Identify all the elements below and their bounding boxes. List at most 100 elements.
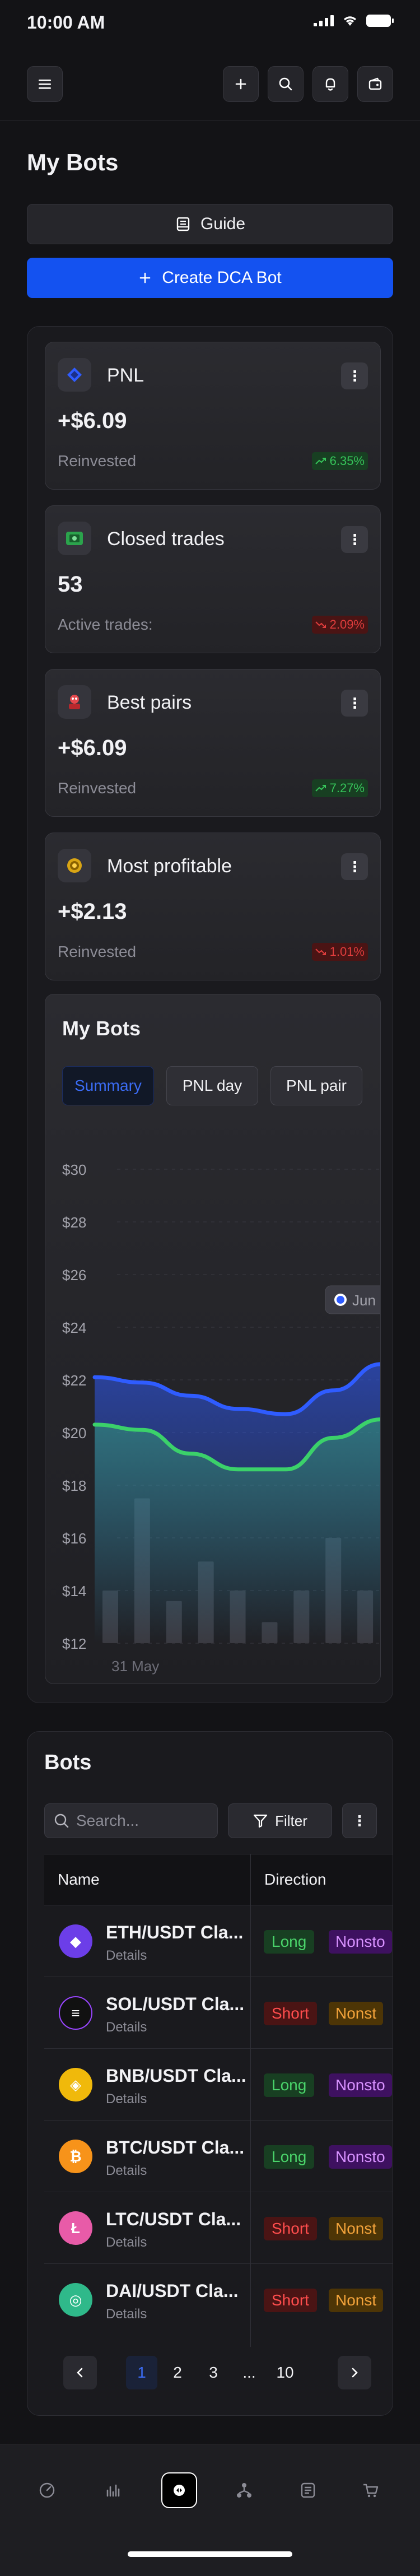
wallet-icon <box>368 77 382 90</box>
column-header-name[interactable]: Name <box>44 1854 250 1905</box>
bot-pair: BNB/USDT Cla... <box>106 2066 246 2086</box>
wifi-icon <box>343 16 357 26</box>
menu-button[interactable] <box>27 66 63 102</box>
guide-button[interactable]: Guide <box>27 204 393 244</box>
bot-details-link[interactable]: Details <box>106 2020 147 2035</box>
table-row[interactable]: ◈ BNB/USDT Cla... Details Long Nonsto <box>44 2048 393 2120</box>
stat-options-button[interactable]: ⋮ <box>341 690 368 717</box>
battery-icon <box>366 15 394 27</box>
wallet-button[interactable] <box>357 66 393 102</box>
direction-badge: Short <box>264 2289 317 2312</box>
my-bots-chart-card: My Bots Summary PNL day PNL pair $30 $28 $… <box>45 994 381 1684</box>
stat-options-button[interactable]: ⋮ <box>341 362 368 389</box>
trend-down-icon <box>315 948 326 955</box>
dai-coin-icon: ◎ <box>59 2283 92 2317</box>
stat-title: PNL <box>107 365 144 386</box>
bar-chart-icon <box>106 2484 120 2497</box>
trend-up-icon <box>315 458 326 464</box>
trend-value: 2.09% <box>329 617 365 631</box>
direction-badge: Long <box>264 1930 315 1954</box>
bell-icon <box>325 78 335 91</box>
search-icon <box>54 1814 69 1828</box>
trend-value: 7.27% <box>329 781 365 795</box>
list-icon <box>301 2482 315 2498</box>
bot-details-link[interactable]: Details <box>106 2307 147 2322</box>
network-icon <box>237 2483 251 2498</box>
prev-page-button[interactable] <box>63 2356 97 2389</box>
nav-network[interactable] <box>226 2472 262 2508</box>
bot-details-link[interactable]: Details <box>106 1948 147 1964</box>
signal-icon <box>314 15 334 26</box>
add-button[interactable] <box>223 66 259 102</box>
notifications-button[interactable] <box>312 66 348 102</box>
tooltip-label: Jun <box>352 1292 376 1309</box>
column-divider <box>250 1854 251 2347</box>
page-2-button[interactable]: 2 <box>162 2356 193 2389</box>
table-row[interactable]: ₿ BTC/USDT Cla... Details Long Nonsto <box>44 2120 393 2192</box>
bot-pair: ETH/USDT Cla... <box>106 1922 244 1942</box>
stat-subtitle: Active trades: <box>58 616 153 633</box>
bot-pair: DAI/USDT Cla... <box>106 2281 239 2301</box>
y-tick-label: $16 <box>62 1530 86 1547</box>
speedometer-icon <box>39 2482 55 2498</box>
nav-dashboard[interactable] <box>29 2472 65 2508</box>
y-tick-label: $22 <box>62 1372 86 1389</box>
stat-subtitle: Reinvested <box>58 779 137 797</box>
y-tick-label: $14 <box>62 1583 86 1599</box>
y-tick-label: $26 <box>62 1267 86 1284</box>
table-row[interactable]: Ł LTC/USDT Cla... Details Short Nonst <box>44 2192 393 2263</box>
search-input[interactable]: Search... <box>44 1803 218 1838</box>
trend-up-icon <box>315 785 326 792</box>
bots-panel: Bots Search... Filter ⋮ Name Direction ◆… <box>27 1731 393 2416</box>
trend-badge: 2.09% <box>311 616 368 634</box>
stat-card-best-pairs: Best pairs ⋮ +$6.09 Reinvested 7.27% <box>45 669 381 817</box>
guide-label: Guide <box>200 215 246 233</box>
search-placeholder: Search... <box>76 1812 139 1829</box>
table-options-button[interactable]: ⋮ <box>342 1803 377 1838</box>
bots-title: Bots <box>44 1751 92 1774</box>
page-3-button[interactable]: 3 <box>198 2356 229 2389</box>
table-row[interactable]: ◎ DAI/USDT Cla... Details Short Nonst <box>44 2263 393 2335</box>
column-header-direction[interactable]: Direction <box>251 1854 393 1905</box>
ltc-coin-icon: Ł <box>59 2211 92 2245</box>
trend-down-icon <box>315 621 326 628</box>
table-row[interactable]: ≡ SOL/USDT Cla... Details Short Nonst <box>44 1977 393 2048</box>
y-tick-label: $28 <box>62 1214 86 1231</box>
table-row[interactable]: ◆ ETH/USDT Cla... Details Long Nonsto <box>44 1905 393 1977</box>
trend-badge: 1.01% <box>311 943 368 961</box>
direction-badge: Short <box>264 2002 317 2025</box>
bot-details-link[interactable]: Details <box>106 2235 147 2250</box>
trend-badge: 6.35% <box>311 452 368 470</box>
nav-store[interactable] <box>353 2472 389 2508</box>
next-page-button[interactable] <box>338 2356 371 2389</box>
search-button[interactable] <box>268 66 304 102</box>
stat-card-closed-trades: Closed trades ⋮ 53 Active trades: 2.09% <box>45 505 381 653</box>
stat-value: 53 <box>58 572 83 597</box>
nav-markets[interactable] <box>95 2472 131 2508</box>
mode-badge: Nonst <box>329 2289 384 2312</box>
stat-card-pnl: PNL ⋮ +$6.09 Reinvested 6.35% <box>45 342 381 490</box>
stat-value: +$2.13 <box>58 899 127 924</box>
home-indicator <box>128 2551 292 2557</box>
bot-icon <box>174 2485 185 2496</box>
bot-pair: BTC/USDT Cla... <box>106 2137 245 2157</box>
stat-options-button[interactable]: ⋮ <box>341 853 368 880</box>
mode-badge: Nonst <box>329 2217 384 2240</box>
mode-badge: Nonsto <box>329 2145 392 2169</box>
eth-coin-icon: ◆ <box>59 1924 92 1958</box>
create-dca-bot-button[interactable]: Create DCA Bot <box>27 258 393 298</box>
stat-subtitle: Reinvested <box>58 452 137 469</box>
nav-orders[interactable] <box>290 2472 326 2508</box>
direction-badge: Long <box>264 2073 315 2097</box>
sol-coin-icon: ≡ <box>59 1996 92 2030</box>
stat-options-button[interactable]: ⋮ <box>341 526 368 553</box>
page-10-button[interactable]: 10 <box>269 2356 301 2389</box>
bot-details-link[interactable]: Details <box>106 2163 147 2179</box>
filter-button[interactable]: Filter <box>228 1803 332 1838</box>
bot-details-link[interactable]: Details <box>106 2091 147 2107</box>
gear-coin-icon <box>58 849 91 882</box>
stat-value: +$6.09 <box>58 736 127 760</box>
nav-bots[interactable] <box>161 2472 197 2508</box>
mode-badge: Nonst <box>329 2002 384 2025</box>
page-1-button[interactable]: 1 <box>126 2356 157 2389</box>
